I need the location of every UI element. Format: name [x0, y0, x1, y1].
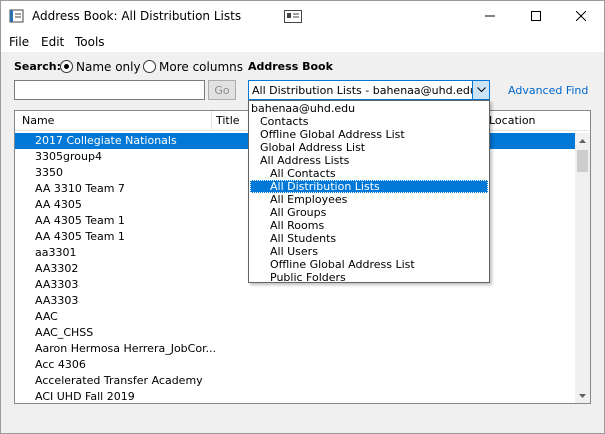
advanced-find-link[interactable]: Advanced Find — [508, 84, 588, 97]
address-book-window: Address Book: All Distribution Lists Fil… — [0, 0, 605, 434]
chevron-down-icon — [476, 87, 486, 93]
dropdown-option[interactable]: Offline Global Address List — [250, 258, 488, 271]
scroll-down-button[interactable] — [575, 388, 590, 403]
vertical-scrollbar[interactable] — [575, 133, 590, 403]
address-book-label: Address Book — [248, 60, 333, 73]
window-title: Address Book: All Distribution Lists — [32, 9, 242, 23]
address-book-select[interactable]: All Distribution Lists - bahenaa@uhd.edu — [248, 80, 490, 100]
more-columns-label[interactable]: More columns — [159, 60, 243, 74]
go-button[interactable]: Go — [208, 80, 236, 100]
search-input[interactable] — [14, 80, 205, 100]
dropdown-option[interactable]: All Address Lists — [250, 154, 488, 167]
table-row[interactable]: Accelerated Transfer Academy — [15, 373, 575, 389]
more-columns-radio[interactable] — [143, 60, 156, 73]
menu-bar: File Edit Tools — [1, 31, 604, 52]
minimize-icon — [485, 15, 495, 17]
address-book-selected-value: All Distribution Lists - bahenaa@uhd.edu — [252, 84, 477, 97]
menu-file[interactable]: File — [9, 35, 29, 49]
scrollbar-thumb[interactable] — [577, 150, 588, 172]
dropdown-option[interactable]: Offline Global Address List — [250, 128, 488, 141]
dropdown-option[interactable]: Global Address List — [250, 141, 488, 154]
column-header-location[interactable]: Location — [489, 114, 536, 127]
table-row[interactable]: ACI UHD Fall 2019 — [15, 389, 575, 403]
scroll-up-button[interactable] — [575, 133, 590, 148]
dropdown-option[interactable]: Contacts — [250, 115, 488, 128]
contact-card-icon[interactable] — [284, 10, 302, 23]
dropdown-option[interactable]: All Rooms — [250, 219, 488, 232]
address-book-dropdown: bahenaa@uhd.edu Contacts Offline Global Ad… — [248, 100, 490, 284]
column-header-title[interactable]: Title — [216, 114, 240, 127]
title-bar[interactable]: Address Book: All Distribution Lists — [1, 1, 604, 31]
dropdown-option[interactable]: All Distribution Lists — [250, 180, 488, 193]
dropdown-option[interactable]: bahenaa@uhd.edu — [250, 102, 488, 115]
name-only-radio[interactable] — [60, 60, 73, 73]
menu-edit[interactable]: Edit — [41, 35, 64, 49]
dropdown-arrow-button[interactable] — [472, 81, 489, 99]
table-row[interactable]: AA3303 — [15, 293, 575, 309]
chevron-up-icon — [579, 138, 586, 143]
chevron-down-icon — [579, 393, 586, 398]
column-divider[interactable] — [211, 111, 212, 130]
dropdown-option[interactable]: Public Folders — [250, 271, 488, 284]
name-only-label[interactable]: Name only — [76, 60, 141, 74]
table-row[interactable]: Acc 4306 — [15, 357, 575, 373]
close-icon — [576, 11, 586, 21]
minimize-button[interactable] — [467, 1, 513, 31]
close-button[interactable] — [558, 1, 604, 31]
column-header-name[interactable]: Name — [22, 114, 54, 127]
table-row[interactable]: AAC_CHSS — [15, 325, 575, 341]
menu-tools[interactable]: Tools — [75, 35, 105, 49]
table-row[interactable]: Aaron Hermosa Herrera_JobCor... — [15, 341, 575, 357]
maximize-button[interactable] — [513, 1, 559, 31]
dropdown-option[interactable]: All Contacts — [250, 167, 488, 180]
search-label: Search: — [14, 60, 61, 73]
table-row[interactable]: AAC — [15, 309, 575, 325]
dropdown-option[interactable]: All Users — [250, 245, 488, 258]
dropdown-option[interactable]: All Students — [250, 232, 488, 245]
dropdown-option[interactable]: All Groups — [250, 206, 488, 219]
maximize-icon — [531, 11, 541, 21]
dropdown-option[interactable]: All Employees — [250, 193, 488, 206]
address-book-icon — [9, 9, 24, 23]
